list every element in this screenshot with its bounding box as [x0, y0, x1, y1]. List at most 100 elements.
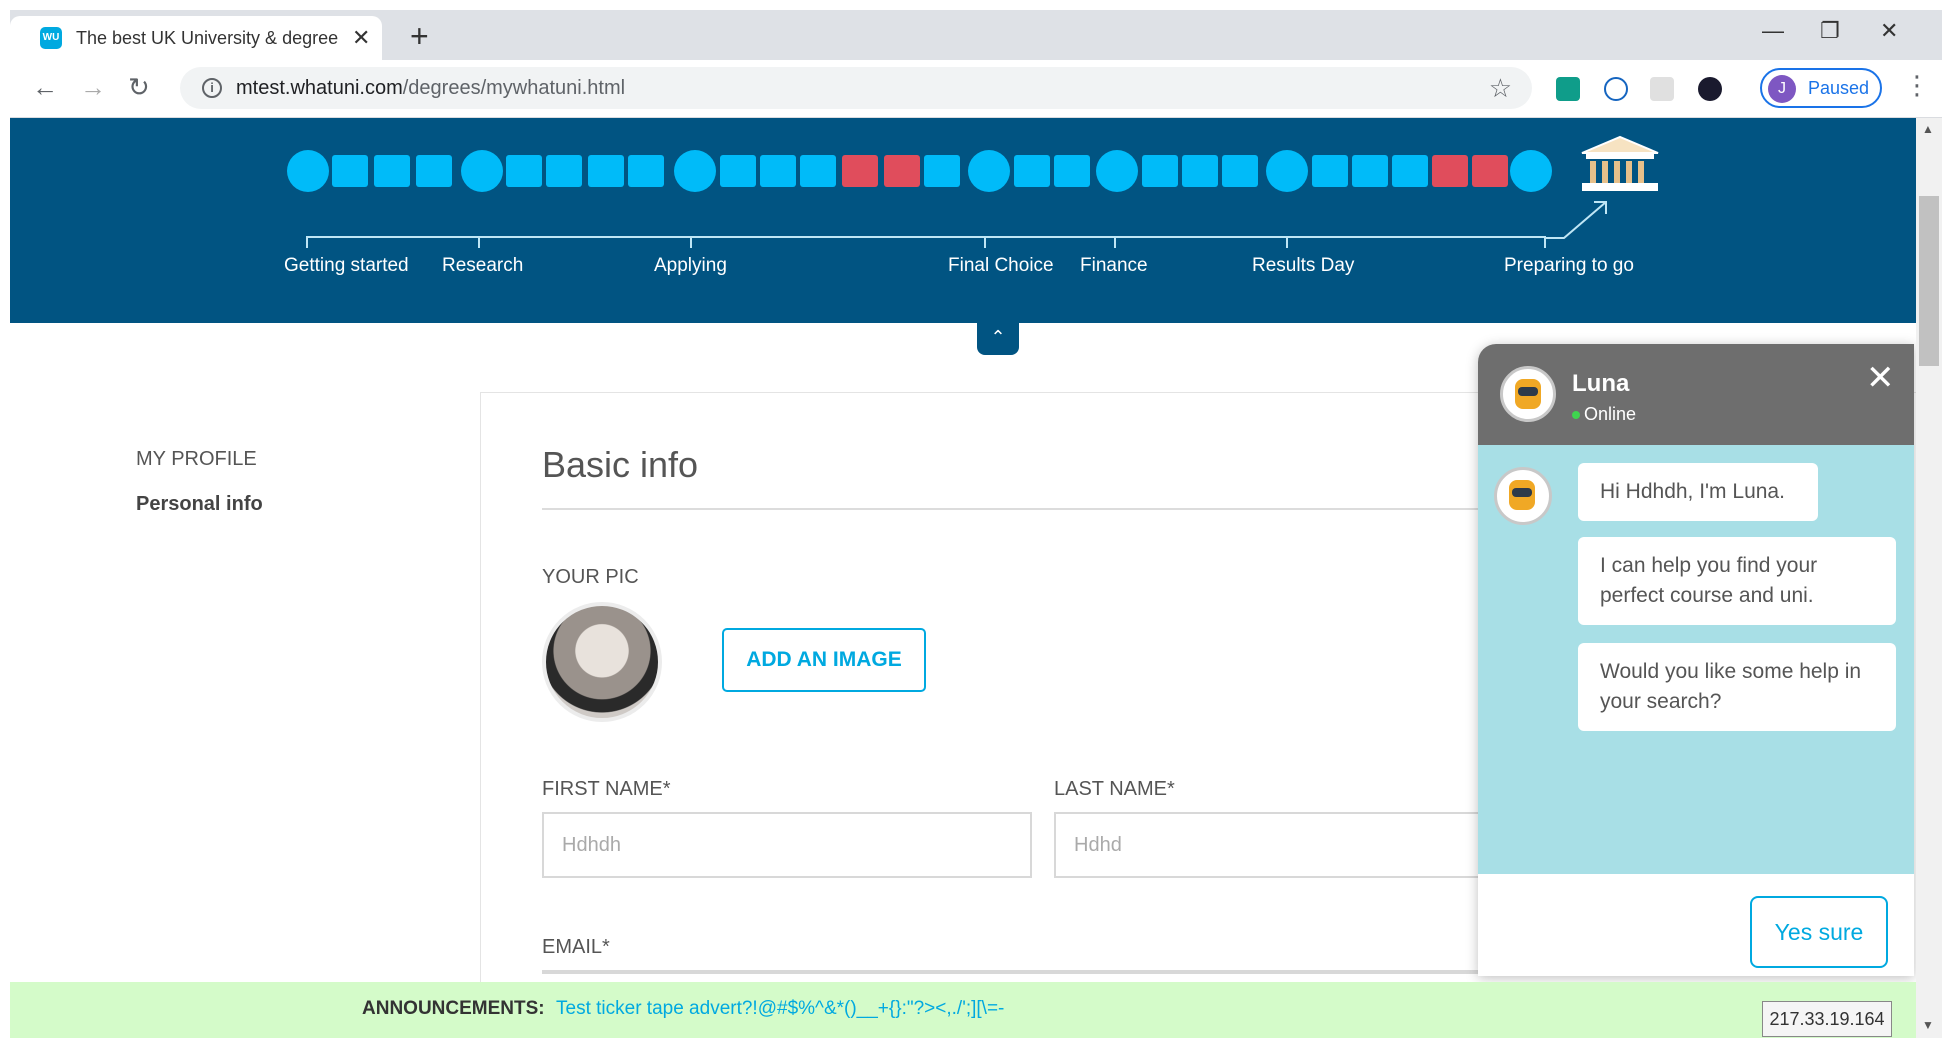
- announcement-label: ANNOUNCEMENTS:: [362, 998, 545, 1019]
- extension-icon[interactable]: [1556, 77, 1580, 101]
- stage-label[interactable]: Preparing to go: [1504, 255, 1634, 277]
- completed-step[interactable]: [416, 155, 452, 187]
- completed-step[interactable]: [1142, 155, 1178, 187]
- section-title: Basic info: [542, 444, 699, 485]
- completed-step[interactable]: [1352, 155, 1388, 187]
- completed-step[interactable]: [1392, 155, 1428, 187]
- menu-icon[interactable]: ⋮: [1904, 70, 1930, 101]
- pic-label: YOUR PIC: [542, 566, 639, 588]
- minimize-icon[interactable]: —: [1762, 18, 1784, 44]
- divider: [542, 508, 1542, 510]
- last-name-label: LAST NAME*: [1054, 778, 1175, 800]
- completed-step[interactable]: [588, 155, 624, 187]
- milestone-dot[interactable]: [1266, 150, 1308, 192]
- robot-visor: [1512, 488, 1532, 497]
- tab-title: The best UK University & degree: [76, 28, 339, 48]
- university-building-icon: [1581, 135, 1659, 191]
- add-image-button[interactable]: ADD AN IMAGE: [722, 628, 926, 692]
- bot-avatar: [1494, 467, 1552, 525]
- chat-messages: Hi Hdhdh, I'm Luna. I can help you find …: [1478, 445, 1914, 874]
- completed-step[interactable]: [720, 155, 756, 187]
- url-path: /degrees/mywhatuni.html: [402, 77, 626, 99]
- milestone-dot[interactable]: [1096, 150, 1138, 192]
- sidebar-title: MY PROFILE: [136, 448, 257, 470]
- timeline-arrow-icon: [1546, 201, 1607, 239]
- timeline-line: [306, 236, 1546, 238]
- bookmark-star-icon[interactable]: ☆: [1489, 73, 1512, 104]
- completed-step[interactable]: [800, 155, 836, 187]
- flagged-step[interactable]: [884, 155, 920, 187]
- completed-step[interactable]: [546, 155, 582, 187]
- email-label: EMAIL*: [542, 936, 610, 958]
- url-domain: mtest.whatuni.com: [236, 77, 403, 99]
- ip-address: 217.33.19.164: [1762, 1001, 1892, 1037]
- timeline-tick: [478, 236, 480, 248]
- tab-close-icon[interactable]: ✕: [352, 25, 370, 51]
- flagged-step[interactable]: [1432, 155, 1468, 187]
- back-icon[interactable]: ←: [32, 72, 58, 103]
- profile-button[interactable]: J Paused: [1760, 68, 1882, 108]
- extension-icon[interactable]: [1604, 77, 1628, 101]
- timeline-tick: [306, 236, 308, 248]
- first-name-field[interactable]: Hdhdh: [542, 812, 1032, 878]
- flagged-step[interactable]: [1472, 155, 1508, 187]
- online-status-icon: [1572, 411, 1580, 419]
- forward-icon[interactable]: →: [80, 72, 106, 103]
- stage-label[interactable]: Final Choice: [948, 255, 1054, 277]
- announcement-link[interactable]: Test ticker tape advert?!@#$%^&*()__+{}:…: [556, 998, 1004, 1020]
- bot-name: Luna: [1572, 370, 1630, 397]
- url-text[interactable]: mtest.whatuni.com/degrees/mywhatuni.html: [236, 77, 625, 100]
- chat-message: Would you like some help in your search?: [1578, 643, 1896, 731]
- completed-step[interactable]: [1054, 155, 1090, 187]
- completed-step[interactable]: [1312, 155, 1348, 187]
- completed-step[interactable]: [628, 155, 664, 187]
- scroll-up-icon[interactable]: ▲: [1922, 122, 1934, 136]
- stage-label[interactable]: Applying: [654, 255, 727, 277]
- completed-step[interactable]: [332, 155, 368, 187]
- extension-icon[interactable]: [1698, 77, 1722, 101]
- window-close-icon[interactable]: ✕: [1880, 18, 1898, 44]
- browser-tab[interactable]: WU The best UK University & degree ✕: [10, 16, 382, 60]
- timeline-tick: [1286, 236, 1288, 248]
- milestone-dot[interactable]: [1510, 150, 1552, 192]
- favicon-icon: WU: [40, 27, 62, 49]
- milestone-dot[interactable]: [287, 150, 329, 192]
- chat-reply-area: Yes sure: [1478, 874, 1914, 976]
- chat-header: Luna Online ✕: [1478, 344, 1914, 445]
- stage-label[interactable]: Getting started: [284, 255, 409, 277]
- completed-step[interactable]: [760, 155, 796, 187]
- milestone-dot[interactable]: [674, 150, 716, 192]
- page-scrollbar[interactable]: ▲ ▼: [1916, 118, 1942, 1038]
- stage-label[interactable]: Finance: [1080, 255, 1148, 277]
- collapse-progress-button[interactable]: ⌃: [977, 323, 1019, 355]
- restore-icon[interactable]: ❐: [1820, 18, 1840, 44]
- chat-message: I can help you find your perfect course …: [1578, 537, 1896, 625]
- scroll-down-icon[interactable]: ▼: [1922, 1018, 1934, 1032]
- announcement-bar: ANNOUNCEMENTS: Test ticker tape advert?!…: [10, 982, 1916, 1038]
- scroll-thumb[interactable]: [1919, 196, 1939, 366]
- tab-strip: WU The best UK University & degree ✕ + —…: [10, 10, 1942, 60]
- yes-sure-button[interactable]: Yes sure: [1750, 896, 1888, 968]
- stage-label[interactable]: Research: [442, 255, 523, 277]
- milestone-dot[interactable]: [461, 150, 503, 192]
- completed-step[interactable]: [1222, 155, 1258, 187]
- completed-step[interactable]: [506, 155, 542, 187]
- chat-close-icon[interactable]: ✕: [1866, 358, 1895, 398]
- completed-step[interactable]: [374, 155, 410, 187]
- completed-step[interactable]: [1014, 155, 1050, 187]
- reload-icon[interactable]: ↻: [128, 72, 150, 103]
- last-name-field[interactable]: Hdhd: [1054, 812, 1544, 878]
- new-tab-icon[interactable]: +: [410, 18, 429, 55]
- flagged-step[interactable]: [842, 155, 878, 187]
- milestone-dot[interactable]: [968, 150, 1010, 192]
- sidebar-item-personal-info[interactable]: Personal info: [136, 493, 263, 516]
- site-info-icon[interactable]: i: [202, 78, 222, 98]
- stage-label[interactable]: Results Day: [1252, 255, 1354, 277]
- email-field[interactable]: [542, 970, 1542, 974]
- completed-step[interactable]: [1182, 155, 1218, 187]
- address-bar[interactable]: i mtest.whatuni.com/degrees/mywhatuni.ht…: [180, 67, 1532, 109]
- extension-icon[interactable]: [1650, 77, 1674, 101]
- timeline-tick: [690, 236, 692, 248]
- completed-step[interactable]: [924, 155, 960, 187]
- toolbar: ← → ↻ i mtest.whatuni.com/degrees/mywhat…: [10, 60, 1942, 118]
